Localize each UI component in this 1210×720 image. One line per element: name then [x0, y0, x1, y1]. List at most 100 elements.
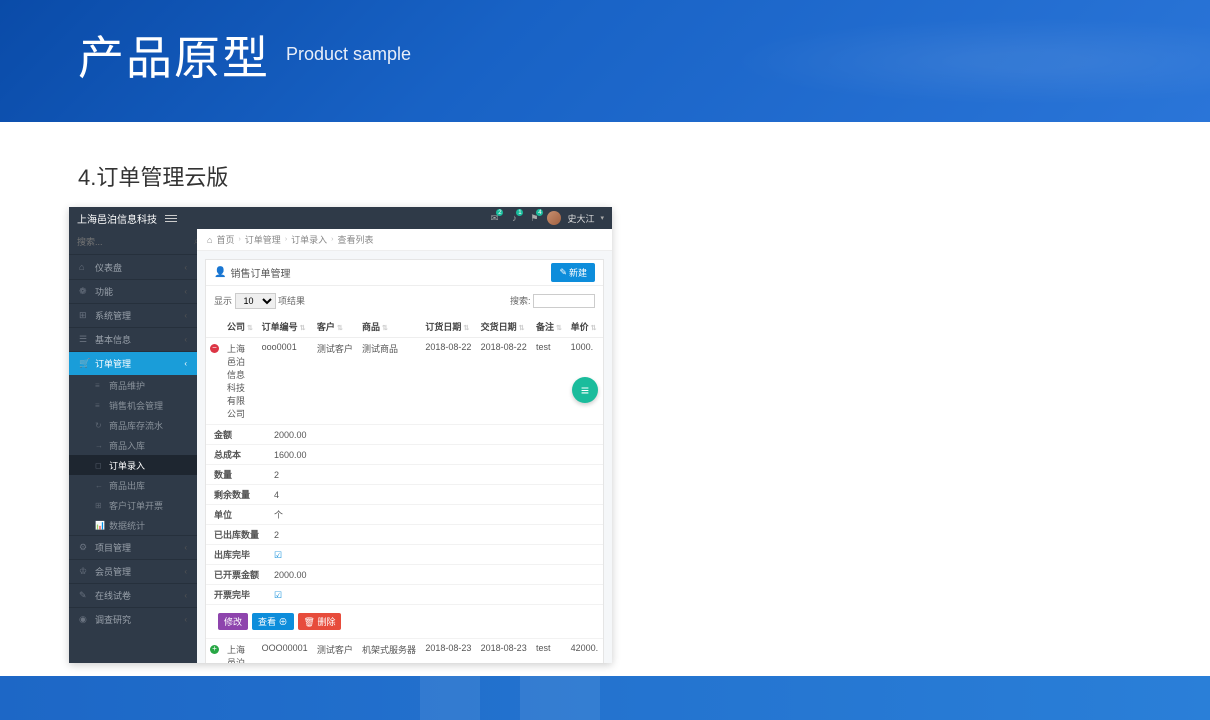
- detail-value: ☑: [274, 550, 282, 560]
- nav-label: 项目管理: [95, 541, 184, 554]
- nav-icon: ⌂: [79, 262, 91, 272]
- page-size-select[interactable]: 10: [235, 293, 276, 309]
- table-header[interactable]: 客户⇅: [313, 316, 358, 338]
- sub-icon: ≡: [95, 381, 105, 390]
- user-icon: 👤: [214, 267, 226, 278]
- bell-icon[interactable]: ♪1: [507, 211, 521, 225]
- detail-value: 2: [274, 470, 279, 480]
- sub-icon: ↻: [95, 421, 105, 430]
- table-header[interactable]: 商品⇅: [358, 316, 421, 338]
- sub-label: 订单录入: [109, 459, 145, 472]
- detail-value: 2: [274, 530, 279, 540]
- sub-icon: ⊞: [95, 501, 105, 510]
- fab-button[interactable]: ≡: [572, 377, 598, 403]
- cell-product: 测试商品: [358, 338, 421, 425]
- chevron-left-icon: ‹: [184, 311, 187, 320]
- sub-label: 商品维护: [109, 379, 145, 392]
- cell-deliverydate: 2018-08-22: [477, 338, 532, 425]
- sub-icon: 📊: [95, 521, 105, 530]
- search-input[interactable]: [77, 237, 194, 247]
- nav-label: 会员管理: [95, 565, 184, 578]
- detail-value: 2000.00: [274, 430, 307, 440]
- nav-icon: ♔: [79, 566, 91, 577]
- breadcrumb-item[interactable]: 查看列表: [338, 233, 374, 246]
- check-icon: ☑: [274, 550, 282, 560]
- table-header[interactable]: 订单编号⇅: [258, 316, 313, 338]
- brand: 上海邑泊信息科技: [77, 211, 157, 226]
- detail-label: 总成本: [214, 448, 274, 461]
- user-name[interactable]: 史大江: [567, 212, 594, 225]
- table-header[interactable]: 备注⇅: [532, 316, 567, 338]
- chevron-right-icon: ›: [331, 236, 333, 243]
- action-row: 修改 查看 ⊕ 🗑 删除: [206, 605, 603, 639]
- table-header[interactable]: 单价⇅: [567, 316, 603, 338]
- sidebar-subitem-4[interactable]: ◻订单录入: [69, 455, 197, 475]
- sidebar-item-2[interactable]: ⊞系统管理‹: [69, 303, 197, 327]
- sidebar-item-0[interactable]: ⌂仪表盘‹: [69, 255, 197, 279]
- new-button[interactable]: ✎ 新建: [551, 263, 595, 282]
- sidebar-subitem-7[interactable]: 📊数据统计: [69, 515, 197, 535]
- slide-title-cn: 产品原型: [78, 22, 270, 88]
- home-icon[interactable]: ⌂: [207, 235, 212, 245]
- toolbar: 显示 10 项结果 搜索:: [206, 286, 603, 316]
- breadcrumb-item[interactable]: 订单录入: [291, 233, 327, 246]
- chevron-down-icon[interactable]: ▾: [600, 214, 604, 222]
- nav-icon: ⊞: [79, 310, 91, 321]
- sort-icon: ⇅: [591, 325, 597, 332]
- nav-label: 基本信息: [95, 333, 184, 346]
- table-row: + 上海邑泊信息科技 OOO00001 测试客户 机架式服务器 2018-08-…: [206, 639, 603, 664]
- sidebar-item-5[interactable]: ⚙ 项目管理‹: [69, 535, 197, 559]
- envelope-icon[interactable]: ✉2: [487, 211, 501, 225]
- sidebar-item-1[interactable]: ❁功能‹: [69, 279, 197, 303]
- slide-header: 产品原型 Product sample: [0, 0, 1210, 122]
- collapse-icon[interactable]: −: [210, 344, 219, 353]
- hamburger-icon[interactable]: [165, 215, 177, 222]
- sidebar-subitem-3[interactable]: →商品入库: [69, 435, 197, 455]
- table-header[interactable]: 订货日期⇅: [421, 316, 476, 338]
- table-header[interactable]: 交货日期⇅: [477, 316, 532, 338]
- slide-title-en: Product sample: [286, 44, 411, 65]
- sidebar-subitem-5[interactable]: ←商品出库: [69, 475, 197, 495]
- breadcrumb-item[interactable]: 首页: [216, 233, 234, 246]
- nav-icon: ◉: [79, 614, 91, 625]
- sidebar-subitem-6[interactable]: ⊞客户订单开票: [69, 495, 197, 515]
- sidebar-subitem-2[interactable]: ↻商品库存流水: [69, 415, 197, 435]
- expand-icon[interactable]: +: [210, 645, 219, 654]
- detail-row: 数量2: [206, 465, 603, 485]
- sort-icon: ⇅: [247, 325, 253, 332]
- sidebar-subitem-1[interactable]: ≡销售机会管理: [69, 395, 197, 415]
- cell-note: test: [532, 639, 567, 664]
- cell-orderdate: 2018-08-23: [421, 639, 476, 664]
- sub-label: 商品入库: [109, 439, 145, 452]
- table-search-input[interactable]: [533, 294, 595, 308]
- edit-button[interactable]: 修改: [218, 613, 248, 630]
- sidebar-item-4[interactable]: 🛒订单管理‹: [69, 351, 197, 375]
- chevron-left-icon: ‹: [184, 543, 187, 552]
- panel: 👤 销售订单管理 ✎ 新建 显示 10 项结果 搜索:: [205, 259, 604, 663]
- breadcrumb-item[interactable]: 订单管理: [245, 233, 281, 246]
- detail-label: 金额: [214, 428, 274, 441]
- detail-value: 4: [274, 490, 279, 500]
- nav-label: 调查研究: [95, 613, 184, 626]
- sort-icon: ⇅: [463, 325, 469, 332]
- sidebar-item-8[interactable]: ◉调查研究‹: [69, 607, 197, 631]
- check-icon: ☑: [274, 590, 282, 600]
- sidebar-item-6[interactable]: ♔会员管理‹: [69, 559, 197, 583]
- detail-row: 已开票金额2000.00: [206, 565, 603, 585]
- panel-header: 👤 销售订单管理 ✎ 新建: [206, 260, 603, 286]
- sidebar-subitem-0[interactable]: ≡ 商品维护: [69, 375, 197, 395]
- sidebar-item-3[interactable]: ☰基本信息‹: [69, 327, 197, 351]
- avatar[interactable]: [547, 211, 561, 225]
- flag-icon[interactable]: ⚑4: [527, 211, 541, 225]
- view-button[interactable]: 查看 ⊕: [252, 613, 294, 630]
- nav-icon: ⚙: [79, 542, 91, 553]
- table-header[interactable]: 公司⇅: [223, 316, 258, 338]
- detail-label: 已开票金额: [214, 568, 274, 581]
- detail-row: 单位个: [206, 505, 603, 525]
- sidebar: ⌕ ⌂仪表盘‹❁功能‹⊞系统管理‹☰基本信息‹🛒订单管理‹≡商品维护≡销售机会管…: [69, 229, 197, 663]
- topbar: 上海邑泊信息科技 ✉2 ♪1 ⚑4 史大江 ▾: [69, 207, 612, 229]
- sidebar-item-7[interactable]: ✎在线试卷‹: [69, 583, 197, 607]
- cell-orderno: ooo0001: [258, 338, 313, 425]
- delete-button[interactable]: 🗑 删除: [298, 613, 342, 630]
- nav-icon: 🛒: [79, 358, 91, 369]
